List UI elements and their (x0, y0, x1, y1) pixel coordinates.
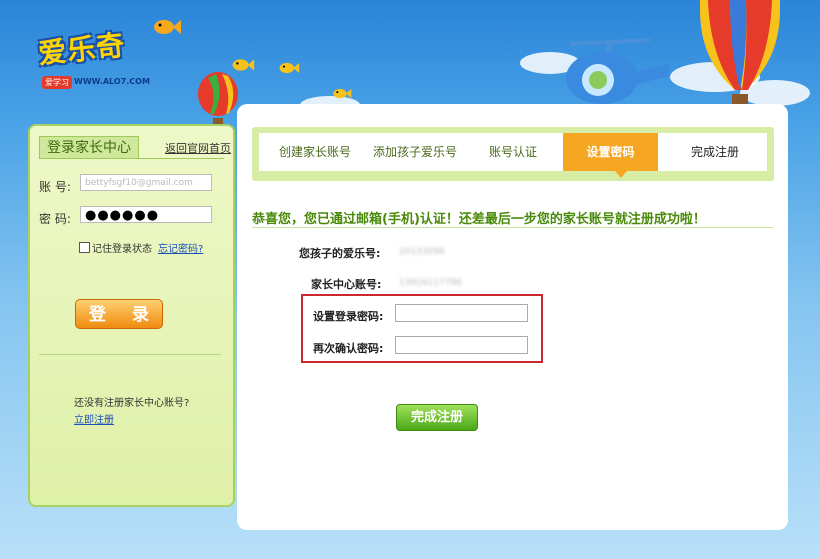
account-label: 账 号: (39, 180, 71, 194)
hot-air-balloon-icon (700, 0, 780, 106)
child-id-label: 您孩子的爱乐号: (299, 247, 381, 260)
parent-account-label: 家长中心账号: (311, 278, 382, 291)
message-divider (252, 227, 773, 228)
brand-logo[interactable]: 爱乐奇 爱学习 WWW.ALO7.COM (37, 28, 158, 94)
child-id-value: 20133096 (399, 247, 445, 257)
registration-main-panel: 创建家长账号 添加孩子爱乐号 账号认证 设置密码 完成注册 恭喜您，您已通过邮箱… (237, 104, 788, 530)
parent-login-panel: 登录家长中心 返回官网首页 账 号: bettyfsgf10@gmail.com… (28, 124, 235, 507)
logo-badge: 爱学习 (42, 76, 72, 89)
registration-steps: 创建家长账号 添加孩子爱乐号 账号认证 设置密码 完成注册 (252, 127, 774, 181)
logo-url: WWW.ALO7.COM (74, 77, 150, 86)
step-complete-registration: 完成注册 (691, 145, 740, 159)
forgot-password-link[interactable]: 忘记密码? (158, 240, 203, 255)
register-now-link[interactable]: 立即注册 (74, 411, 114, 426)
complete-registration-button[interactable]: 完成注册 (396, 404, 478, 431)
set-password-input[interactable] (395, 304, 528, 322)
remember-login-label: 记住登录状态 (92, 244, 152, 255)
logo-wordmark: 爱乐奇 (36, 28, 127, 71)
tab-divider (39, 158, 224, 159)
parent-account-value: 13916117786 (399, 278, 462, 288)
password-input[interactable]: ●●●●●● (80, 206, 212, 223)
fish-icon (279, 62, 300, 74)
remember-login-checkbox[interactable] (79, 242, 90, 253)
confirm-password-label: 再次确认密码: (313, 342, 384, 355)
step-add-child-id: 添加孩子爱乐号 (373, 145, 458, 159)
back-to-homepage-link[interactable]: 返回官网首页 (165, 140, 231, 156)
step-set-password: 设置密码 (563, 133, 658, 171)
helicopter-icon (566, 38, 670, 104)
fish-icon (333, 88, 352, 99)
hot-air-balloon-icon (198, 72, 238, 126)
verification-success-message: 恭喜您，您已通过邮箱(手机)认证！还差最后一步您的家长账号就注册成功啦！ (252, 212, 706, 227)
remember-login-row: 记住登录状态 忘记密码? (79, 240, 203, 255)
login-tab-title: 登录家长中心 (39, 136, 139, 159)
set-password-label: 设置登录密码: (313, 310, 384, 323)
sidebar-divider (39, 354, 221, 355)
account-input[interactable]: bettyfsgf10@gmail.com (80, 174, 212, 191)
active-step-pointer (615, 171, 627, 178)
step-create-account: 创建家长账号 (279, 145, 352, 159)
login-button[interactable]: 登 录 (75, 299, 163, 329)
step-account-verification: 账号认证 (489, 145, 538, 159)
password-label: 密 码: (39, 212, 71, 226)
no-account-text: 还没有注册家长中心账号? (74, 398, 190, 409)
confirm-password-input[interactable] (395, 336, 528, 354)
